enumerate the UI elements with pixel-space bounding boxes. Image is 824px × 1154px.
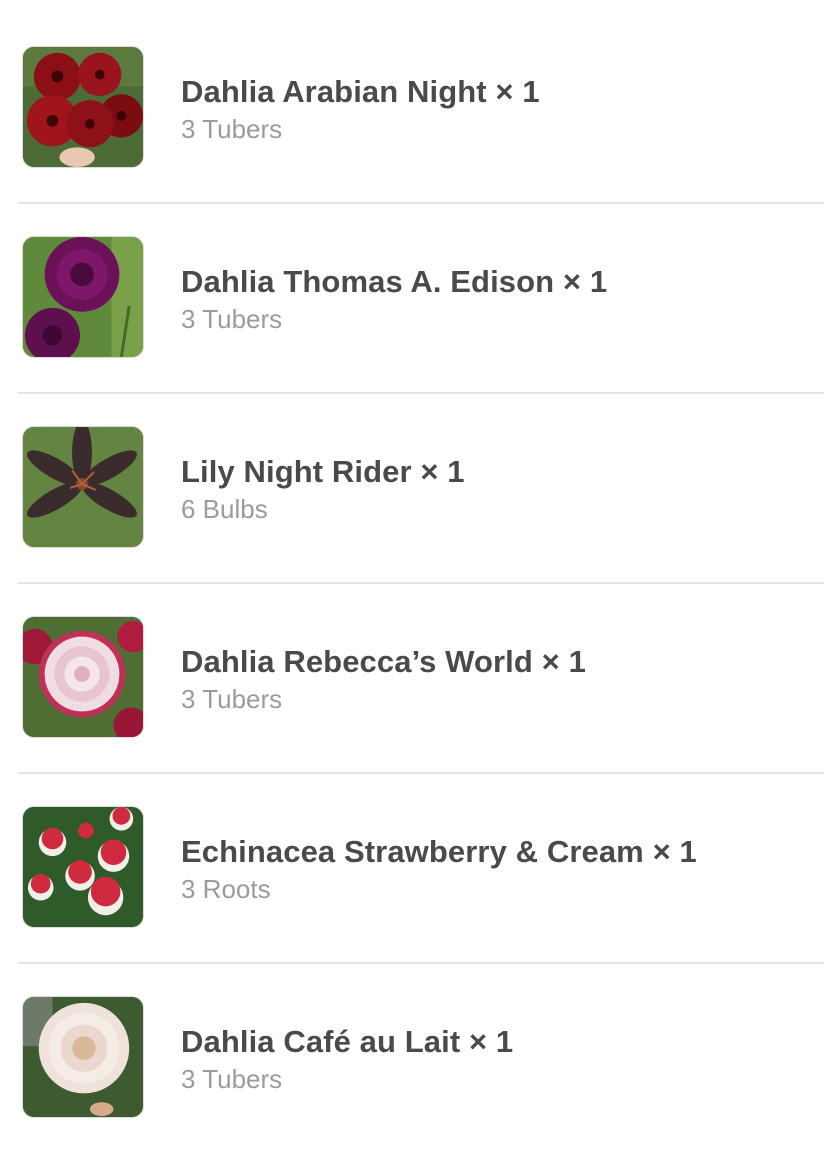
list-item[interactable]: Echinacea Strawberry & Cream × 1 3 Roots <box>0 774 824 964</box>
item-quantity-detail: 3 Roots <box>181 874 271 904</box>
item-quantity-detail: 3 Tubers <box>181 684 283 714</box>
dahlia-rebeccas-world-image[interactable] <box>22 616 144 738</box>
lily-night-rider-picture <box>23 427 143 547</box>
dahlia-thomas-edison-image[interactable] <box>22 236 144 358</box>
dahlia-rebeccas-world-picture <box>23 617 143 737</box>
list-item[interactable]: Dahlia Thomas A. Edison × 1 3 Tubers <box>0 204 824 394</box>
item-title[interactable]: Dahlia Café au Lait × 1 <box>181 1024 513 1060</box>
item-quantity-detail: 3 Tubers <box>181 1064 283 1094</box>
list-item[interactable]: Dahlia Rebecca’s World × 1 3 Tubers <box>0 584 824 774</box>
dahlia-arabian-night-picture <box>23 47 143 167</box>
cart-item-list: Dahlia Arabian Night × 1 3 Tubers Dahlia… <box>0 14 824 1154</box>
dahlia-arabian-night-image[interactable] <box>22 46 144 168</box>
list-item[interactable]: Lily Night Rider × 1 6 Bulbs <box>0 394 824 584</box>
item-title[interactable]: Dahlia Rebecca’s World × 1 <box>181 644 586 680</box>
item-quantity-detail: 3 Tubers <box>181 114 283 144</box>
item-title[interactable]: Echinacea Strawberry & Cream × 1 <box>181 834 697 870</box>
dahlia-thomas-edison-picture <box>23 237 143 357</box>
item-quantity-detail: 3 Tubers <box>181 304 283 334</box>
dahlia-cafe-au-lait-image[interactable] <box>22 996 144 1118</box>
list-item[interactable]: Dahlia Arabian Night × 1 3 Tubers <box>0 14 824 204</box>
item-quantity-detail: 6 Bulbs <box>181 494 268 524</box>
list-item[interactable]: Dahlia Café au Lait × 1 3 Tubers <box>0 964 824 1154</box>
echinacea-strawberry-cream-picture <box>23 807 143 927</box>
item-title[interactable]: Lily Night Rider × 1 <box>181 454 465 490</box>
echinacea-strawberry-cream-image[interactable] <box>22 806 144 928</box>
item-title[interactable]: Dahlia Thomas A. Edison × 1 <box>181 264 607 300</box>
item-title[interactable]: Dahlia Arabian Night × 1 <box>181 74 540 110</box>
lily-night-rider-image[interactable] <box>22 426 144 548</box>
dahlia-cafe-au-lait-picture <box>23 997 143 1117</box>
